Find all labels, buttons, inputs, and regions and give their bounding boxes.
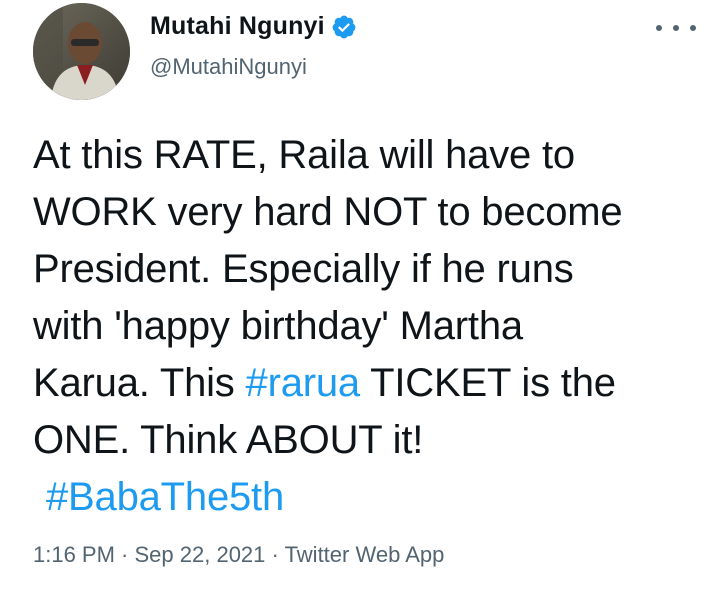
tweet-date[interactable]: Sep 22, 2021 bbox=[135, 542, 266, 567]
tweet-line: WORK very hard NOT to become bbox=[33, 190, 623, 234]
tweet-line-text: Karua. This bbox=[33, 361, 246, 405]
tweet-card: Mutahi Ngunyi @MutahiNgunyi At this RATE… bbox=[0, 0, 720, 590]
more-dot-icon bbox=[673, 25, 679, 31]
tweet-line-text: TICKET is the bbox=[359, 361, 616, 405]
author-avatar[interactable] bbox=[33, 3, 130, 100]
tweet-source: Twitter Web App bbox=[284, 542, 445, 567]
profile-photo-icon bbox=[33, 3, 130, 100]
author-name[interactable]: Mutahi Ngunyi bbox=[150, 12, 325, 41]
more-options-button[interactable] bbox=[656, 18, 696, 38]
tweet-line: with 'happy birthday' Martha bbox=[33, 304, 523, 348]
author-handle[interactable]: @MutahiNgunyi bbox=[150, 54, 307, 80]
more-dot-icon bbox=[656, 25, 662, 31]
tweet-metadata: 1:16 PM · Sep 22, 2021 · Twitter Web App bbox=[33, 542, 444, 568]
verified-badge-icon bbox=[332, 15, 356, 38]
tweet-time[interactable]: 1:16 PM bbox=[33, 542, 115, 567]
more-dot-icon bbox=[690, 25, 696, 31]
tweet-line: Karua. This #rarua TICKET is the bbox=[33, 355, 703, 412]
tweet-line: #BabaThe5th bbox=[33, 469, 703, 526]
meta-separator: · bbox=[265, 542, 285, 567]
author-name-row: Mutahi Ngunyi bbox=[150, 12, 357, 41]
tweet-line: ONE. Think ABOUT it! bbox=[33, 418, 424, 462]
tweet-line: At this RATE, Raila will have to bbox=[33, 133, 575, 177]
meta-separator: · bbox=[114, 542, 135, 567]
hashtag-link[interactable]: #BabaThe5th bbox=[46, 475, 284, 519]
hashtag-link[interactable]: #rarua bbox=[246, 361, 361, 405]
tweet-line: President. Especially if he runs bbox=[33, 247, 574, 291]
tweet-text: At this RATE, Raila will have to WORK ve… bbox=[33, 127, 703, 526]
